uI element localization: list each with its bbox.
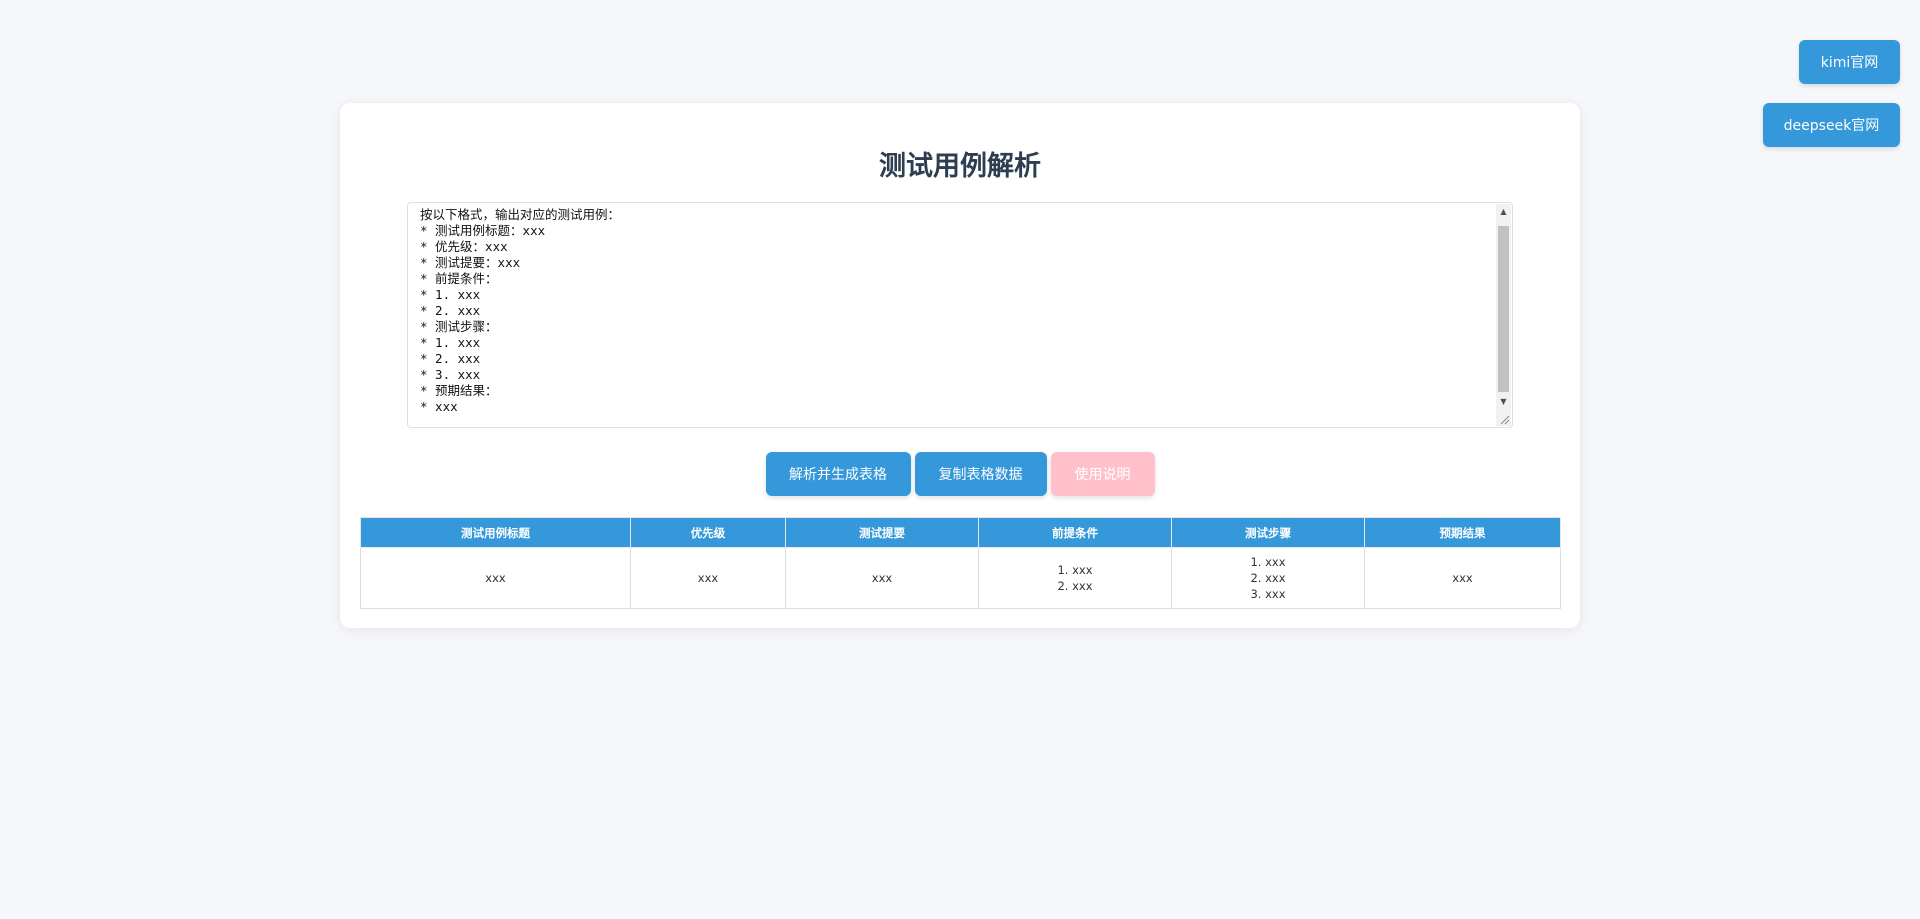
- textarea-line: * 前提条件：: [420, 271, 498, 286]
- textarea-line: * 1. xxx: [420, 287, 481, 302]
- cell-summary: xxx: [785, 547, 979, 609]
- cell-steps: 1. xxx 2. xxx 3. xxx: [1171, 547, 1365, 609]
- scroll-up-icon[interactable]: ▲: [1496, 204, 1511, 220]
- cell-title: xxx: [360, 547, 631, 609]
- textarea-line: * 测试提要：xxx: [420, 255, 521, 270]
- textarea-scrollbar[interactable]: ▲ ▼: [1496, 204, 1511, 426]
- textarea-line: * xxx: [420, 399, 458, 414]
- textarea-line: 按以下格式，输出对应的测试用例：: [420, 207, 621, 222]
- main-card: 测试用例解析 按以下格式，输出对应的测试用例： * 测试用例标题：xxx * 优先级…: [340, 103, 1580, 628]
- result-table: 测试用例标题 优先级 测试提要 前提条件 测试步骤 预期结果 xxx xxx x…: [360, 517, 1561, 609]
- deepseek-site-button[interactable]: deepseek官网: [1763, 103, 1900, 147]
- col-header-priority: 优先级: [630, 517, 786, 548]
- textarea-line: * 3. xxx: [420, 367, 481, 382]
- textarea-line: * 2. xxx: [420, 303, 481, 318]
- cell-preconditions: 1. xxx 2. xxx: [978, 547, 1172, 609]
- usage-help-button[interactable]: 使用说明: [1050, 452, 1155, 496]
- page-title: 测试用例解析: [879, 151, 1041, 182]
- textarea-line: * 测试步骤：: [420, 319, 498, 334]
- textarea-line: * 2. xxx: [420, 351, 481, 366]
- textarea-line: * 1. xxx: [420, 335, 481, 350]
- scroll-thumb[interactable]: [1498, 226, 1509, 392]
- col-header-summary: 测试提要: [785, 517, 979, 548]
- textarea-line: * 预期结果：: [420, 383, 498, 398]
- col-header-title: 测试用例标题: [360, 517, 631, 548]
- cell-expected: xxx: [1364, 547, 1561, 609]
- testcase-input[interactable]: 按以下格式，输出对应的测试用例： * 测试用例标题：xxx * 优先级：xxx * 测…: [407, 202, 1513, 428]
- parse-generate-button[interactable]: 解析并生成表格: [765, 452, 911, 496]
- textarea-line: * 测试用例标题：xxx: [420, 223, 546, 238]
- scroll-down-icon[interactable]: ▼: [1496, 394, 1511, 410]
- copy-table-button[interactable]: 复制表格数据: [914, 452, 1047, 496]
- kimi-site-button[interactable]: kimi官网: [1799, 40, 1900, 84]
- resize-grip-icon[interactable]: [1498, 413, 1510, 425]
- textarea-line: * 优先级：xxx: [420, 239, 508, 254]
- col-header-expected: 预期结果: [1364, 517, 1561, 548]
- testcase-input-text[interactable]: 按以下格式，输出对应的测试用例： * 测试用例标题：xxx * 优先级：xxx * 测…: [420, 207, 1490, 415]
- cell-priority: xxx: [630, 547, 786, 609]
- col-header-preconditions: 前提条件: [978, 517, 1172, 548]
- table-header-row: 测试用例标题 优先级 测试提要 前提条件 测试步骤 预期结果: [360, 517, 1561, 548]
- action-buttons: 解析并生成表格 复制表格数据 使用说明: [340, 452, 1580, 496]
- col-header-steps: 测试步骤: [1171, 517, 1365, 548]
- table-row: xxx xxx xxx 1. xxx 2. xxx 1. xxx 2. xxx …: [360, 547, 1561, 609]
